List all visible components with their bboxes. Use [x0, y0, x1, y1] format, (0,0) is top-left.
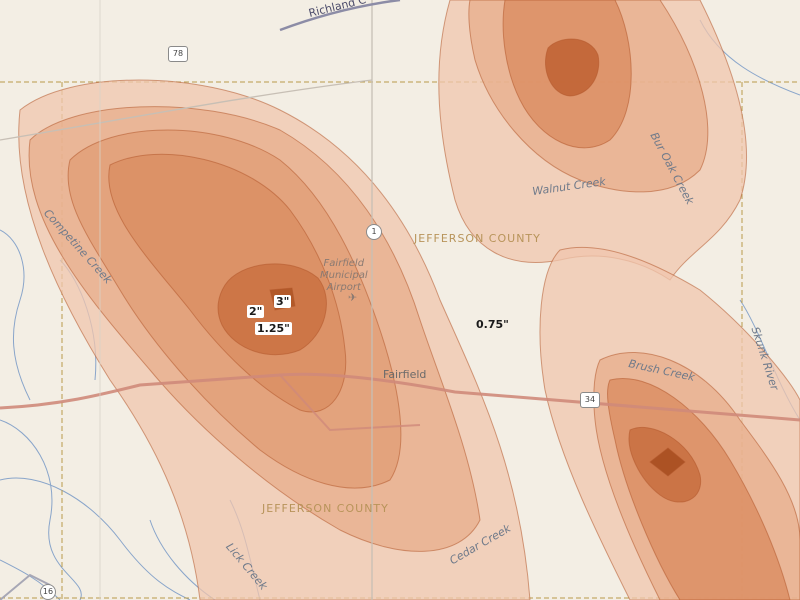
airport-label: Fairfield Municipal Airport — [320, 258, 368, 294]
county-label: JEFFERSON COUNTY — [414, 232, 541, 245]
precip-label-1-25in: 1.25" — [255, 322, 292, 335]
airport-label-line: Fairfield — [323, 258, 365, 269]
route-shield-1: 1 — [366, 224, 382, 240]
route-shield-34: 34 — [580, 392, 600, 408]
county-label: JEFFERSON COUNTY — [262, 502, 389, 515]
route-shield-78: 78 — [168, 46, 188, 62]
airport-label-line: Airport — [326, 282, 361, 293]
airport-label-line: Municipal — [320, 270, 368, 281]
precip-label-2in: 2" — [247, 305, 265, 318]
precipitation-map[interactable]: JEFFERSON COUNTY JEFFERSON COUNTY Fairfi… — [0, 0, 800, 600]
town-label-fairfield: Fairfield — [383, 368, 427, 381]
route-shield-16: 16 — [40, 584, 56, 600]
map-canvas — [0, 0, 800, 600]
precip-label-0-75in: 0.75" — [476, 318, 509, 331]
precip-southeast — [539, 246, 800, 600]
precip-label-3in: 3" — [274, 295, 292, 308]
airport-icon: ✈ — [348, 291, 358, 304]
